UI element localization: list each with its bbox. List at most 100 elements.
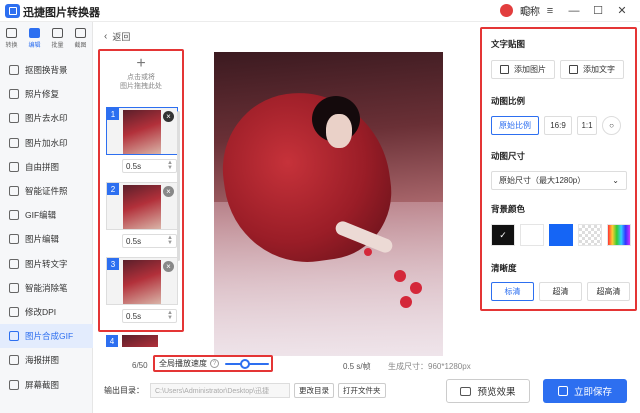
minimize-icon[interactable]: — bbox=[562, 2, 586, 19]
sidebar-item-gif-edit[interactable]: GIF编辑 bbox=[0, 203, 93, 227]
tab-edit[interactable]: 编辑 bbox=[23, 28, 46, 54]
preview-flower bbox=[400, 296, 412, 308]
stepper-arrows-icon[interactable]: ▲ ▼ bbox=[167, 310, 173, 321]
close-icon[interactable]: ✕ bbox=[610, 2, 634, 19]
output-size: 生成尺寸：960*1280px bbox=[388, 362, 471, 371]
app-logo-icon bbox=[5, 4, 20, 18]
add-text-button[interactable]: 添加文字 bbox=[560, 60, 624, 79]
sidebar-item-dpi[interactable]: 修改DPI bbox=[0, 300, 93, 324]
sidebar-item-id-photo[interactable]: 智能证件照 bbox=[0, 179, 93, 203]
delete-frame-icon[interactable]: × bbox=[163, 111, 174, 122]
sidebar-item-free-collage[interactable]: 自由拼图 bbox=[0, 155, 93, 179]
gif-compose-icon bbox=[9, 331, 19, 342]
change-directory-button[interactable]: 更改目录 bbox=[294, 383, 334, 398]
delete-frame-icon[interactable]: × bbox=[163, 261, 174, 272]
image-icon bbox=[500, 65, 509, 74]
add-frame-dropzone[interactable]: + 点击或将 图片拖拽此处 bbox=[106, 55, 176, 103]
ratio-original-button[interactable]: 原始比例 bbox=[491, 116, 539, 135]
save-now-button[interactable]: 立即保存 bbox=[543, 379, 627, 403]
sidebar-item-cutout[interactable]: 抠图换背景 bbox=[0, 58, 93, 82]
add-image-button[interactable]: 添加图片 bbox=[491, 60, 555, 79]
batch-icon bbox=[52, 28, 63, 38]
back-button[interactable]: ‹ 返回 bbox=[104, 30, 130, 43]
frames-panel: + 点击或将 图片拖拽此处 1 × 0.5s ▲ ▼ 2 × 0.5s ▲ ▼ 3 … bbox=[98, 49, 184, 332]
sidebar-item-photo-repair[interactable]: 照片修复 bbox=[0, 82, 93, 106]
size-select-value: 原始尺寸（最大1280p） bbox=[499, 176, 586, 185]
size-select[interactable]: 原始尺寸（最大1280p） ⌄ bbox=[491, 171, 627, 190]
frame-duration-stepper[interactable]: 0.5s ▲ ▼ bbox=[122, 309, 177, 323]
preview-flower bbox=[410, 282, 422, 294]
color-swatch-black[interactable]: ✓ bbox=[491, 224, 515, 246]
sidebar-item-image-edit[interactable]: 图片编辑 bbox=[0, 227, 93, 251]
frame-image bbox=[123, 185, 161, 229]
frames-scrollbar[interactable] bbox=[177, 111, 180, 261]
eraser-icon bbox=[9, 282, 19, 293]
color-swatch-blue[interactable] bbox=[549, 224, 573, 246]
add-hint-line2: 图片拖拽此处 bbox=[120, 83, 162, 90]
frame-duration-stepper[interactable]: 0.5s ▲ ▼ bbox=[122, 159, 177, 173]
frame-card[interactable]: 3 × 0.5s ▲ ▼ bbox=[106, 257, 178, 323]
frame-thumbnail[interactable]: 1 × bbox=[106, 107, 178, 155]
frame-duration-stepper[interactable]: 0.5s ▲ ▼ bbox=[122, 234, 177, 248]
tab-batch[interactable]: 批量 bbox=[46, 28, 69, 54]
clarity-hd-button[interactable]: 超清 bbox=[539, 282, 582, 301]
add-hint-line1: 点击或将 bbox=[127, 74, 155, 81]
tab-label: 批量 bbox=[51, 43, 64, 49]
clarity-uhd-button[interactable]: 超高清 bbox=[587, 282, 630, 301]
tab-label: 转换 bbox=[5, 43, 18, 49]
circle-shape-icon[interactable]: ○ bbox=[602, 116, 621, 135]
sidebar: 转换 编辑 批量 截图 抠图换背景 照片修复 图片去水印 图片加水印 自由拼图 … bbox=[0, 22, 93, 413]
preview-effect-button[interactable]: 预览效果 bbox=[446, 379, 530, 403]
tab-label: 编辑 bbox=[28, 43, 41, 49]
background-color-swatches: ✓ bbox=[491, 224, 631, 246]
sidebar-item-add-watermark[interactable]: 图片加水印 bbox=[0, 131, 93, 155]
sidebar-item-screen-capture[interactable]: 屏幕截图 bbox=[0, 372, 93, 396]
size-title: 动图尺寸 bbox=[491, 151, 526, 161]
output-label: 输出目录： bbox=[104, 386, 144, 395]
color-picker-icon[interactable] bbox=[607, 224, 631, 246]
slider-knob[interactable] bbox=[240, 358, 250, 369]
frame-thumbnail[interactable]: 3 × bbox=[106, 257, 178, 305]
color-swatch-transparent[interactable] bbox=[578, 224, 602, 246]
sidebar-list: 抠图换背景 照片修复 图片去水印 图片加水印 自由拼图 智能证件照 GIF编辑 … bbox=[0, 58, 93, 397]
frame-card[interactable]: 2 × 0.5s ▲ ▼ bbox=[106, 182, 178, 248]
speed-label: 全局播放速度 bbox=[159, 359, 207, 368]
ratio-1-1-button[interactable]: 1:1 bbox=[577, 116, 597, 135]
text-recognition-icon bbox=[9, 258, 19, 269]
ratio-16-9-button[interactable]: 16:9 bbox=[544, 116, 572, 135]
menu-icon[interactable]: ≡ bbox=[538, 2, 562, 19]
clarity-standard-button[interactable]: 标清 bbox=[491, 282, 534, 301]
background-color-title: 背景颜色 bbox=[491, 204, 526, 214]
sidebar-item-eraser[interactable]: 智能消除笔 bbox=[0, 276, 93, 300]
frame-card[interactable]: 1 × 0.5s ▲ ▼ bbox=[106, 107, 178, 173]
tab-convert[interactable]: 转换 bbox=[0, 28, 23, 54]
tab-screenshot[interactable]: 截图 bbox=[69, 28, 92, 54]
plus-icon: + bbox=[136, 55, 146, 72]
skin-icon[interactable]: ⬡ bbox=[514, 2, 538, 19]
output-directory-row: 输出目录： C:\Users\Administrator\Desktop\迅捷 … bbox=[104, 383, 386, 398]
help-icon[interactable]: ? bbox=[210, 359, 219, 368]
frame-number: 3 bbox=[107, 258, 119, 270]
speed-slider[interactable] bbox=[225, 358, 269, 369]
avatar[interactable] bbox=[500, 4, 513, 17]
back-label: 返回 bbox=[112, 32, 131, 42]
color-swatch-white[interactable] bbox=[520, 224, 544, 246]
open-folder-button[interactable]: 打开文件夹 bbox=[338, 383, 386, 398]
frame-thumbnail[interactable]: 2 × bbox=[106, 182, 178, 230]
sidebar-item-image-to-text[interactable]: 图片转文字 bbox=[0, 252, 93, 276]
gif-preview-canvas bbox=[214, 52, 443, 356]
screenshot-icon bbox=[75, 28, 86, 38]
stepper-arrows-icon[interactable]: ▲ ▼ bbox=[167, 235, 173, 246]
delete-frame-icon[interactable]: × bbox=[163, 186, 174, 197]
playback-status-row: 6/50 全局播放速度 ? 0.5 s/帧 生成尺寸：960*1280px bbox=[98, 355, 478, 372]
sidebar-item-remove-watermark[interactable]: 图片去水印 bbox=[0, 106, 93, 130]
sidebar-item-gif-compose[interactable]: 图片合成GIF bbox=[0, 324, 93, 349]
output-path-field[interactable]: C:\Users\Administrator\Desktop\迅捷 bbox=[150, 383, 290, 398]
frame-card-partial[interactable]: 4 bbox=[106, 335, 158, 347]
sidebar-item-poster[interactable]: 海报拼图 bbox=[0, 348, 93, 372]
maximize-icon[interactable]: ☐ bbox=[586, 2, 610, 19]
tab-label: 截图 bbox=[74, 43, 87, 49]
frame-image bbox=[122, 335, 158, 347]
text-sticker-title: 文字贴图 bbox=[491, 39, 526, 49]
stepper-arrows-icon[interactable]: ▲ ▼ bbox=[167, 160, 173, 171]
